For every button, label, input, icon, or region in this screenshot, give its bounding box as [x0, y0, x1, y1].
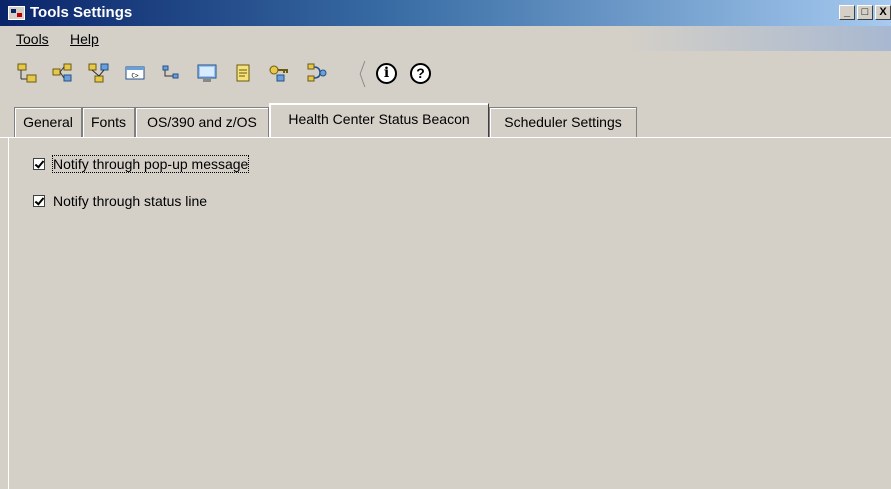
tab-panel: Notify through pop-up message Notify thr… — [8, 138, 891, 489]
status-line-checkbox[interactable] — [33, 195, 45, 207]
tab-scheduler-settings[interactable]: Scheduler Settings — [489, 107, 637, 137]
svg-text:C>: C> — [131, 73, 139, 80]
status-line-option[interactable]: Notify through status line — [33, 193, 207, 209]
minimize-button[interactable]: _ — [839, 5, 855, 20]
window-controls: _ □ X — [839, 5, 891, 20]
menu-help[interactable]: Help — [70, 31, 99, 47]
topology-icon[interactable] — [160, 62, 182, 84]
monitor-icon[interactable] — [196, 62, 218, 84]
menu-tools[interactable]: Tools — [16, 31, 49, 47]
tab-os390-zos[interactable]: OS/390 and z/OS — [135, 107, 269, 137]
connection-icon[interactable] — [306, 62, 328, 84]
menu-tools-label: Tools — [16, 31, 49, 47]
key-icon[interactable] — [268, 62, 290, 84]
popup-message-option[interactable]: Notify through pop-up message — [33, 155, 250, 173]
multi-tree-icon[interactable] — [52, 62, 74, 84]
close-button[interactable]: X — [875, 5, 891, 20]
popup-message-checkbox[interactable] — [33, 158, 45, 170]
menu-help-label: Help — [70, 31, 99, 47]
tab-health-center-status-beacon[interactable]: Health Center Status Beacon — [269, 103, 489, 137]
notepad-icon[interactable] — [232, 62, 254, 84]
popup-message-label: Notify through pop-up message — [51, 155, 250, 173]
toolbar: C> i ? — [0, 51, 891, 95]
help-icon[interactable]: ? — [410, 63, 431, 84]
related-tree-icon[interactable] — [88, 62, 110, 84]
status-line-label: Notify through status line — [53, 193, 208, 209]
window-title: Tools Settings — [30, 4, 133, 21]
app-icon[interactable] — [8, 6, 25, 20]
menu-bar: Tools Help — [0, 26, 891, 51]
tab-fonts[interactable]: Fonts — [82, 107, 135, 137]
tab-general[interactable]: General — [14, 107, 82, 137]
toolbar-separator — [358, 61, 368, 87]
info-icon[interactable]: i — [376, 63, 397, 84]
tree-view-icon[interactable] — [16, 62, 38, 84]
tab-strip: General Fonts OS/390 and z/OS Health Cen… — [0, 95, 891, 137]
command-icon[interactable]: C> — [124, 62, 146, 84]
title-bar: Tools Settings _ □ X — [0, 0, 891, 26]
maximize-button[interactable]: □ — [857, 5, 873, 20]
